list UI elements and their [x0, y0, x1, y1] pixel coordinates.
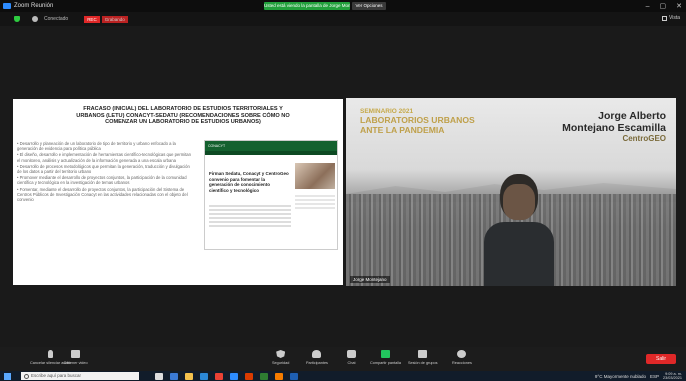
speaker-body	[484, 222, 554, 286]
speaker-person	[484, 174, 554, 286]
embedded-header: CONACYT	[205, 141, 337, 151]
clock-date: 23/03/2021	[662, 376, 682, 380]
reactions-icon	[457, 350, 467, 358]
windows-taskbar: Escribe aquí para buscar 9°C Mayormente …	[0, 371, 686, 381]
speaker-name-line-1: Jorge Alberto	[598, 110, 666, 122]
share-notice-banner: Usted está viendo la pantalla de Jorge M…	[264, 2, 350, 10]
windows-start-icon[interactable]	[4, 372, 11, 380]
speaker-organization: CentroGEO	[622, 134, 666, 143]
microphone-icon	[47, 350, 53, 358]
embedded-headline: Firman Sedatu, Conacyt y CentroGeo conve…	[209, 171, 289, 193]
window-controls: – ▢ ✕	[646, 0, 682, 12]
firefox-icon[interactable]	[275, 372, 283, 380]
maximize-icon[interactable]: ▢	[660, 2, 667, 10]
conacyt-logo: CONACYT	[208, 144, 226, 148]
leave-button[interactable]: Salir	[646, 354, 676, 364]
powerpoint-icon[interactable]	[245, 372, 253, 380]
breakout-label: Sesión de grupos	[408, 361, 438, 365]
speaker-overlay: Jorge Alberto Montejano Escamilla Centro…	[562, 110, 666, 144]
excel-icon[interactable]	[260, 372, 268, 380]
share-screen-button[interactable]: Compartir pantalla	[370, 350, 401, 365]
rec-status: Grabando	[101, 15, 128, 23]
rec-label: REC	[84, 15, 100, 23]
weather-widget[interactable]: 9°C Mayormente nublado	[595, 374, 646, 379]
slide-bullet: Promover mediante el desarrollo de proye…	[17, 175, 193, 185]
embedded-sidebar	[295, 193, 335, 211]
security-icon	[276, 350, 286, 358]
embedded-nav	[205, 151, 337, 155]
close-icon[interactable]: ✕	[676, 2, 682, 10]
participants-label: Participantes	[306, 361, 328, 365]
zoom-taskbar-icon[interactable]	[230, 372, 238, 380]
view-button[interactable]: Vista	[661, 15, 680, 21]
video-name-tag: Jorge Montejano	[350, 276, 390, 283]
file-explorer-icon[interactable]	[185, 372, 193, 380]
minimize-icon[interactable]: –	[646, 3, 650, 10]
embedded-photo	[295, 163, 335, 189]
share-screen-icon	[381, 350, 391, 358]
meeting-top-bar: Conectado REC Grabando	[0, 12, 686, 26]
participants-icon	[312, 350, 322, 358]
security-shield-icon[interactable]	[14, 16, 20, 22]
security-button[interactable]: Seguridad	[272, 350, 289, 365]
slide-bullet: Desarrollo y planeación de un laboratori…	[17, 141, 193, 151]
window-title: Zoom Reunión	[14, 3, 54, 9]
zoom-app-icon	[3, 3, 11, 9]
clock[interactable]: 9:09 a. m. 23/03/2021	[663, 372, 682, 381]
shared-screen-slide: FRACASO (INICIAL) DEL LABORATORIO DE EST…	[13, 99, 343, 285]
chrome-icon[interactable]	[215, 372, 223, 380]
reactions-label: Reacciones	[452, 361, 472, 365]
slide-title: FRACASO (INICIAL) DEL LABORATORIO DE EST…	[76, 106, 290, 126]
seminar-year: SEMINARIO 2021	[360, 108, 414, 115]
reactions-button[interactable]: Reacciones	[452, 350, 472, 365]
task-view-icon[interactable]	[155, 372, 163, 380]
title-bar: Zoom Reunión Usted está viendo la pantal…	[0, 0, 686, 12]
video-button[interactable]: Detener video	[64, 350, 88, 365]
slide-bullet: Desarrollo de procesos metodológicos que…	[17, 164, 193, 174]
seminar-title-line-2: ANTE LA PANDEMIA	[360, 125, 445, 135]
speaker-video[interactable]: SEMINARIO 2021 LABORATORIOS URBANOS ANTE…	[346, 98, 676, 286]
chat-icon	[347, 350, 356, 358]
slide-bullet: El diseño, desarrollo e implementación d…	[17, 152, 193, 162]
embedded-body-text	[209, 203, 291, 229]
seminar-overlay: SEMINARIO 2021 LABORATORIOS URBANOS ANTE…	[360, 108, 475, 135]
chat-label: Chat	[347, 361, 356, 365]
speaker-face	[503, 184, 535, 220]
language-indicator[interactable]: ESP	[650, 374, 659, 379]
seminar-title-line-1: LABORATORIOS URBANOS	[360, 115, 475, 125]
video-label: Detener video	[64, 361, 88, 365]
system-tray: 9°C Mayormente nublado ESP 9:09 a. m. 23…	[595, 371, 682, 381]
slide-bullet-list: Desarrollo y planeación de un laboratori…	[17, 141, 193, 203]
edge-icon[interactable]	[170, 372, 178, 380]
camera-icon	[71, 350, 81, 358]
view-label: Vista	[668, 15, 680, 21]
security-label: Seguridad	[272, 361, 290, 365]
view-options-button[interactable]: Ver Opciones	[352, 2, 386, 10]
slide-bullet: Fomentar, mediante el desarrollo de proy…	[17, 187, 193, 203]
breakout-icon	[418, 350, 428, 358]
zoom-window: Zoom Reunión Usted está viendo la pantal…	[0, 0, 686, 381]
grid-view-icon	[661, 15, 667, 21]
share-label: Compartir pantalla	[370, 361, 402, 365]
taskbar-apps	[155, 372, 298, 380]
info-icon[interactable]	[32, 16, 38, 22]
recording-badge[interactable]: REC Grabando	[84, 15, 128, 23]
taskbar-search-input[interactable]: Escribe aquí para buscar	[21, 372, 139, 380]
connection-label: Conectado	[44, 16, 69, 22]
word-icon[interactable]	[290, 372, 298, 380]
meeting-toolbar: Cancelar silenciar audio Detener video S…	[0, 347, 686, 371]
breakout-button[interactable]: Sesión de grupos	[408, 350, 438, 365]
embedded-news-screenshot: CONACYT Firman Sedatu, Conacyt y CentroG…	[204, 140, 338, 250]
participants-button[interactable]: Participantes	[306, 350, 328, 365]
chat-button[interactable]: Chat	[347, 350, 356, 365]
speaker-name-line-2: Montejano Escamilla	[562, 122, 666, 134]
store-icon[interactable]	[200, 372, 208, 380]
